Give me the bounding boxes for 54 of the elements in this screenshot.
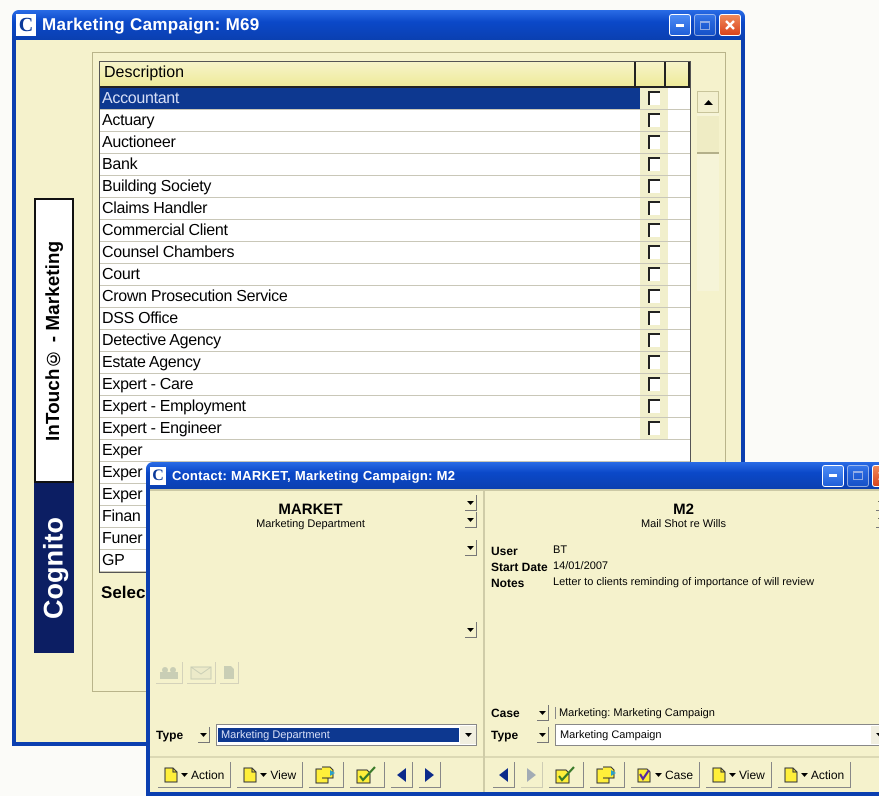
field-value: Letter to clients reminding of importance of will review (553, 576, 816, 590)
list-item[interactable]: DSS Office (100, 308, 180, 329)
section-label: Selec (101, 583, 146, 603)
list-item[interactable]: Claims Handler (100, 198, 210, 219)
contact-subtitle: Marketing Department (255, 518, 366, 530)
field-label: Start Date (491, 560, 549, 574)
list-item[interactable]: Bank (100, 154, 140, 175)
window-title: Contact: MARKET, Marketing Campaign: M2 (172, 468, 456, 483)
list-item[interactable]: Funer (100, 528, 144, 549)
product-label: InTouch© - Marketing (34, 198, 74, 483)
field-value: BT (553, 544, 568, 558)
list-item[interactable]: Expert - Engineer (100, 418, 224, 439)
window-title: Marketing Campaign: M69 (42, 15, 261, 35)
dropdown-value: Marketing Campaign (559, 728, 662, 742)
list-item[interactable]: Expert - Care (100, 374, 196, 395)
field-value: 14/01/2007 (553, 560, 610, 574)
menu-button[interactable]: Action (158, 762, 232, 788)
app-logo: C (16, 14, 36, 36)
campaign-subtitle: Mail Shot re Wills (640, 518, 727, 530)
type-dropdown[interactable]: Marketing Campaign (555, 724, 879, 746)
list-item[interactable]: Counsel Chambers (100, 242, 236, 263)
list-item[interactable]: Exper (100, 484, 144, 505)
list-item[interactable]: Expert - Employment (100, 396, 248, 417)
list-item[interactable]: Detective Agency (100, 330, 223, 351)
column-header[interactable]: Description (100, 62, 690, 88)
list-item[interactable]: Estate Agency (100, 352, 202, 373)
brand-label: Cognito (34, 483, 74, 653)
list-item[interactable]: Commercial Client (100, 220, 230, 241)
list-item[interactable]: Auctioneer (100, 132, 178, 153)
list-item[interactable]: Actuary (100, 110, 156, 131)
type-dropdown[interactable]: Marketing Department (216, 724, 477, 746)
field-label: User (491, 544, 519, 558)
menu-button[interactable]: View (237, 762, 304, 788)
column-title: Description (103, 63, 186, 83)
list-item[interactable]: Court (100, 264, 142, 285)
case-label: Case (491, 706, 521, 720)
field-label: Notes (491, 576, 526, 590)
list-item[interactable]: GP (100, 550, 127, 571)
list-item[interactable]: Accountant (100, 88, 640, 109)
type-label: Type (156, 728, 184, 742)
app-logo: C (150, 466, 166, 484)
list-item[interactable]: Exper (100, 462, 144, 483)
list-item[interactable]: Building Society (100, 176, 214, 197)
list-item[interactable]: Exper (100, 440, 144, 461)
case-value: Marketing: Marketing Campaign (555, 707, 715, 719)
contact-name: MARKET (277, 501, 344, 518)
type-label: Type (491, 728, 520, 742)
menu-button[interactable]: View (706, 762, 772, 788)
dropdown-value: Marketing Department (218, 728, 459, 742)
campaign-code: M2 (672, 501, 695, 518)
menu-button[interactable]: Action (778, 762, 852, 788)
menu-button[interactable]: Case (631, 762, 700, 788)
list-item[interactable]: Finan (100, 506, 143, 527)
list-item[interactable]: Crown Prosecution Service (100, 286, 290, 307)
